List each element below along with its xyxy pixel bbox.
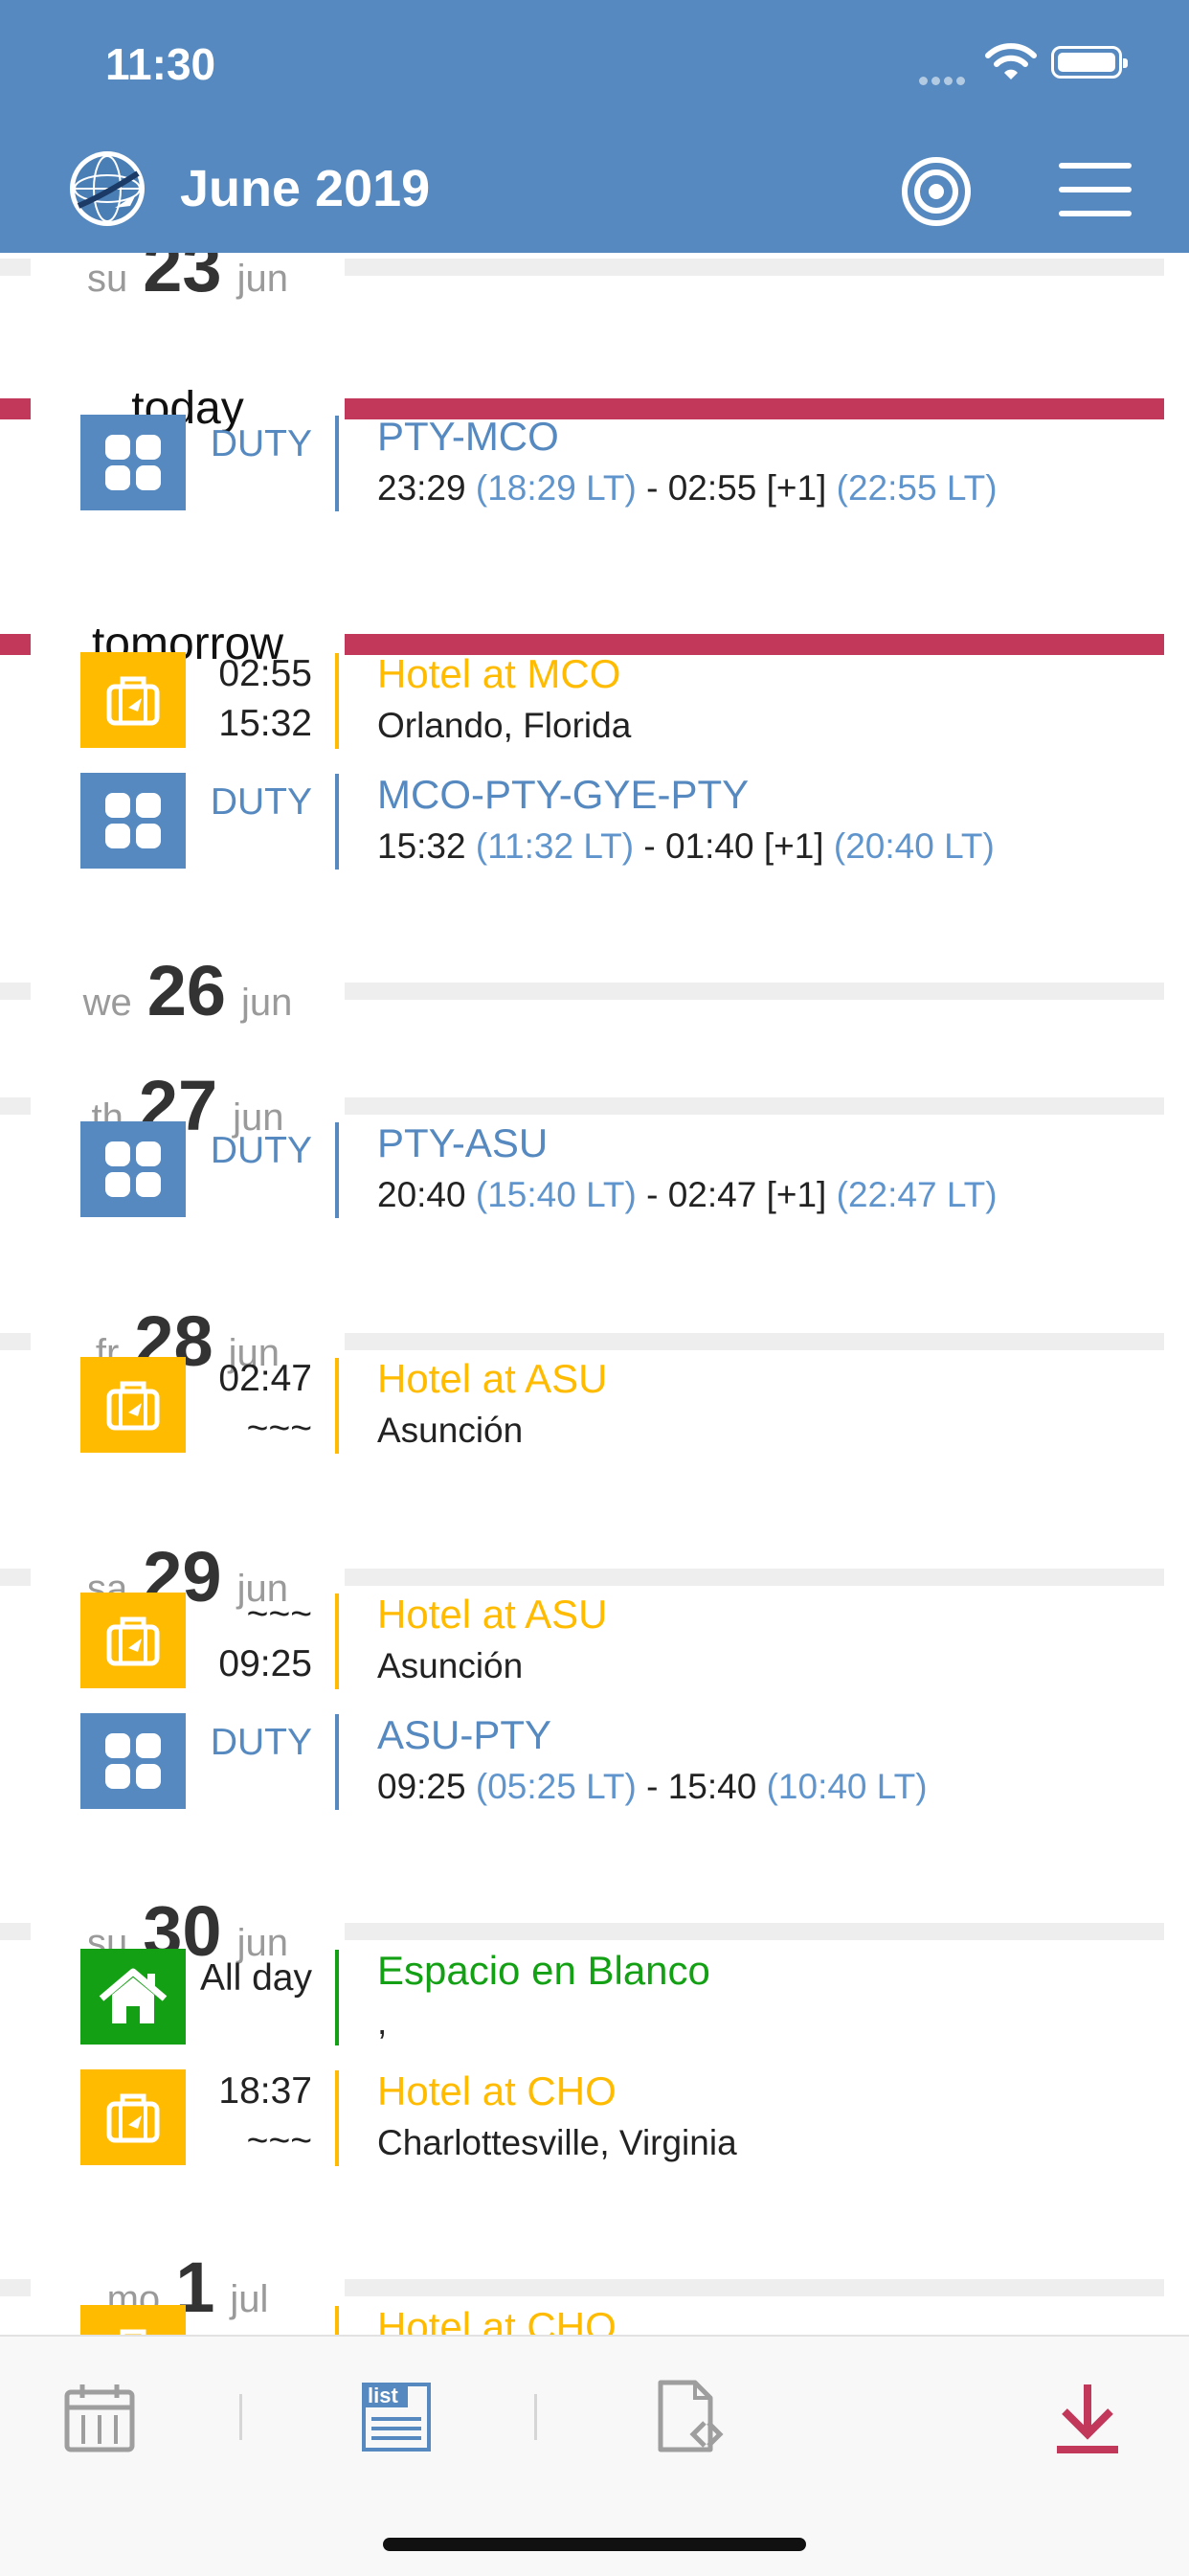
cellular-signal-icon (919, 73, 969, 90)
hotel-luggage-icon (80, 652, 186, 748)
event-time: All day (199, 1957, 312, 1999)
event-day-off[interactable]: All day Espacio en Blanco , (0, 1946, 1189, 2047)
event-duty[interactable]: DUTY PTY-ASU 20:40 (15:40 LT) - 02:47 [+… (0, 1119, 1189, 1220)
event-title: PTY-MCO (377, 414, 559, 459)
day-header-26: we 26 jun (0, 948, 1189, 1034)
event-hotel[interactable]: Hotel at CHO (0, 2302, 1189, 2335)
hotel-luggage-icon (80, 2069, 186, 2165)
event-time: DUTY (210, 423, 312, 464)
event-time: DUTY (210, 781, 312, 823)
event-times: 15:32 (11:32 LT) - 01:40 [+1] (20:40 LT) (377, 826, 995, 866)
event-title: Hotel at CHO (377, 2304, 617, 2335)
download-icon[interactable] (1047, 2377, 1128, 2457)
event-duty[interactable]: DUTY PTY-MCO 23:29 (18:29 LT) - 02:55 [+… (0, 412, 1189, 513)
event-title: Hotel at CHO (377, 2068, 617, 2113)
event-times: 23:29 (18:29 LT) - 02:55 [+1] (22:55 LT) (377, 468, 998, 508)
event-times: 09:25 (05:25 LT) - 15:40 (10:40 LT) (377, 1767, 928, 1806)
page-title[interactable]: June 2019 (180, 159, 430, 218)
event-time: DUTY (210, 1722, 312, 1763)
event-hotel[interactable]: 02:55 15:32 Hotel at MCO Orlando, Florida (0, 649, 1189, 751)
event-title: Hotel at ASU (377, 1592, 608, 1637)
list-label: list (368, 2384, 398, 2407)
duty-icon (80, 415, 186, 510)
event-location: Orlando, Florida (377, 706, 632, 745)
event-time: 18:37 ~~~ (218, 2070, 312, 2161)
home-icon (80, 1949, 186, 2045)
day-header-23: su 23 jun (0, 253, 1189, 310)
event-hotel[interactable]: ~~~ 09:25 Hotel at ASU Asunción (0, 1590, 1189, 1691)
app-header: 11:30 June 2019 (0, 0, 1189, 253)
event-time: 02:47 ~~~ (218, 1358, 312, 1449)
schedule-list[interactable]: su 23 jun today DUTY PTY-MCO 23:29 (18:29 … (0, 253, 1189, 2335)
event-title: MCO-PTY-GYE-PTY (377, 772, 750, 817)
event-duty[interactable]: DUTY MCO-PTY-GYE-PTY 15:32 (11:32 LT) - … (0, 770, 1189, 871)
globe-logo-icon[interactable] (67, 148, 147, 229)
duty-icon (80, 1713, 186, 1809)
event-title: ASU-PTY (377, 1712, 552, 1757)
list-view-icon[interactable]: list (356, 2377, 437, 2457)
event-title: Espacio en Blanco (377, 1948, 710, 1993)
battery-icon (1051, 46, 1128, 79)
home-indicator (383, 2538, 806, 2551)
hamburger-menu-icon[interactable] (1059, 163, 1132, 216)
duty-icon (80, 773, 186, 869)
calendar-icon[interactable] (59, 2377, 140, 2457)
event-duty[interactable]: DUTY ASU-PTY 09:25 (05:25 LT) - 15:40 (1… (0, 1710, 1189, 1812)
event-title: Hotel at MCO (377, 651, 621, 696)
event-time: DUTY (210, 1130, 312, 1171)
hotel-luggage-icon (80, 1593, 186, 1688)
event-title: Hotel at ASU (377, 1356, 608, 1401)
duty-icon (80, 1121, 186, 1217)
event-location: Asunción (377, 1411, 524, 1450)
event-hotel[interactable]: 02:47 ~~~ Hotel at ASU Asunción (0, 1354, 1189, 1456)
wifi-icon (985, 43, 1037, 79)
event-times: 20:40 (15:40 LT) - 02:47 [+1] (22:47 LT) (377, 1175, 998, 1214)
hotel-luggage-icon (80, 1357, 186, 1453)
event-location: , (377, 2002, 388, 2042)
bottom-tab-bar: list (0, 2335, 1189, 2576)
status-time: 11:30 (105, 39, 216, 89)
event-location: Charlottesville, Virginia (377, 2123, 737, 2162)
document-share-icon[interactable] (647, 2377, 728, 2457)
hotel-luggage-icon (80, 2305, 186, 2335)
event-title: PTY-ASU (377, 1120, 549, 1165)
event-time: ~~~ 09:25 (218, 1593, 312, 1684)
event-hotel[interactable]: 18:37 ~~~ Hotel at CHO Charlottesville, V… (0, 2067, 1189, 2168)
event-time: 02:55 15:32 (218, 653, 312, 744)
target-icon[interactable] (900, 155, 973, 228)
event-location: Asunción (377, 1646, 524, 1685)
